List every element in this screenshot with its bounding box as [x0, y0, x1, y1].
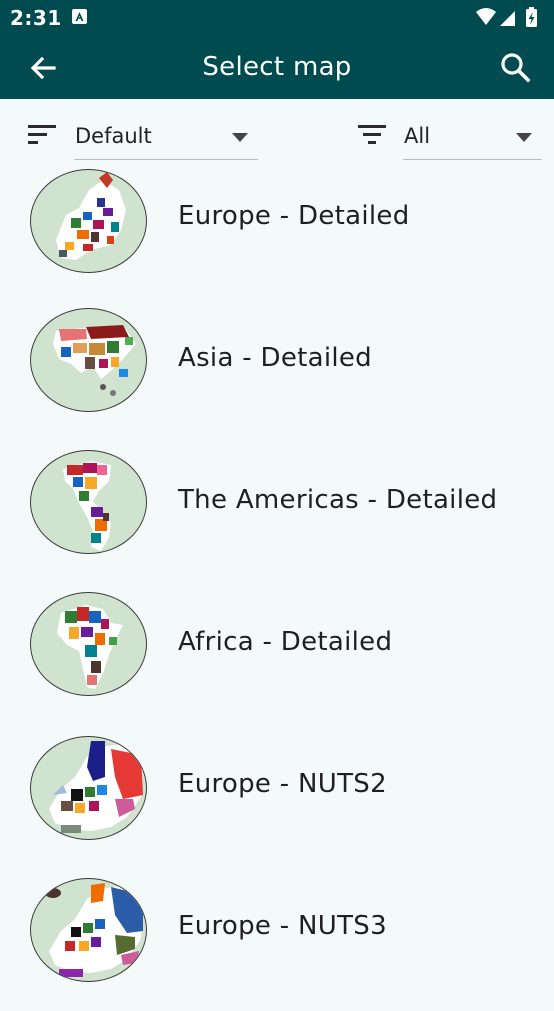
europe-nuts3-map-thumbnail: [30, 878, 147, 982]
map-item-europe-nuts3[interactable]: Europe - NUTS3: [0, 869, 554, 1011]
battery-charging-icon: [526, 7, 537, 27]
europe-nuts2-map-thumbnail: [30, 736, 147, 840]
search-icon: [501, 53, 531, 83]
americas-map-thumbnail: [30, 450, 147, 554]
accessibility-notification-icon: [72, 9, 87, 24]
search-button[interactable]: [498, 50, 534, 86]
map-item-label: Europe - Detailed: [178, 201, 410, 231]
asia-map-thumbnail: [30, 308, 147, 412]
app-bar: Select map: [0, 36, 554, 99]
status-bar: 2:31: [0, 0, 554, 36]
map-item-africa-detailed[interactable]: Africa - Detailed: [0, 585, 554, 727]
map-item-label: Europe - NUTS2: [178, 769, 387, 799]
signal-icon: [500, 11, 515, 26]
filter-dropdown[interactable]: All: [403, 116, 542, 160]
filter-icon: [358, 124, 388, 150]
status-icons: [474, 7, 546, 33]
filter-selected-value: All: [404, 124, 431, 148]
africa-map-thumbnail: [30, 592, 147, 696]
sort-dropdown[interactable]: Default: [74, 116, 258, 160]
status-time: 2:31: [10, 6, 62, 30]
map-item-asia-detailed[interactable]: Asia - Detailed: [0, 301, 554, 443]
map-item-label: The Americas - Detailed: [178, 485, 498, 515]
sort-icon: [28, 124, 58, 150]
map-item-label: Africa - Detailed: [178, 627, 393, 657]
map-item-americas-detailed[interactable]: The Americas - Detailed: [0, 443, 554, 585]
wifi-icon: [476, 8, 496, 25]
map-item-europe-nuts2[interactable]: Europe - NUTS2: [0, 727, 554, 869]
chevron-down-icon: [516, 133, 532, 142]
map-item-label: Asia - Detailed: [178, 343, 372, 373]
chevron-down-icon: [232, 133, 248, 142]
map-item-label: Europe - NUTS3: [178, 911, 387, 941]
europe-map-thumbnail: [30, 169, 147, 273]
page-title: Select map: [202, 52, 352, 82]
sort-selected-value: Default: [75, 124, 152, 148]
map-item-europe-detailed[interactable]: Europe - Detailed: [0, 159, 554, 301]
